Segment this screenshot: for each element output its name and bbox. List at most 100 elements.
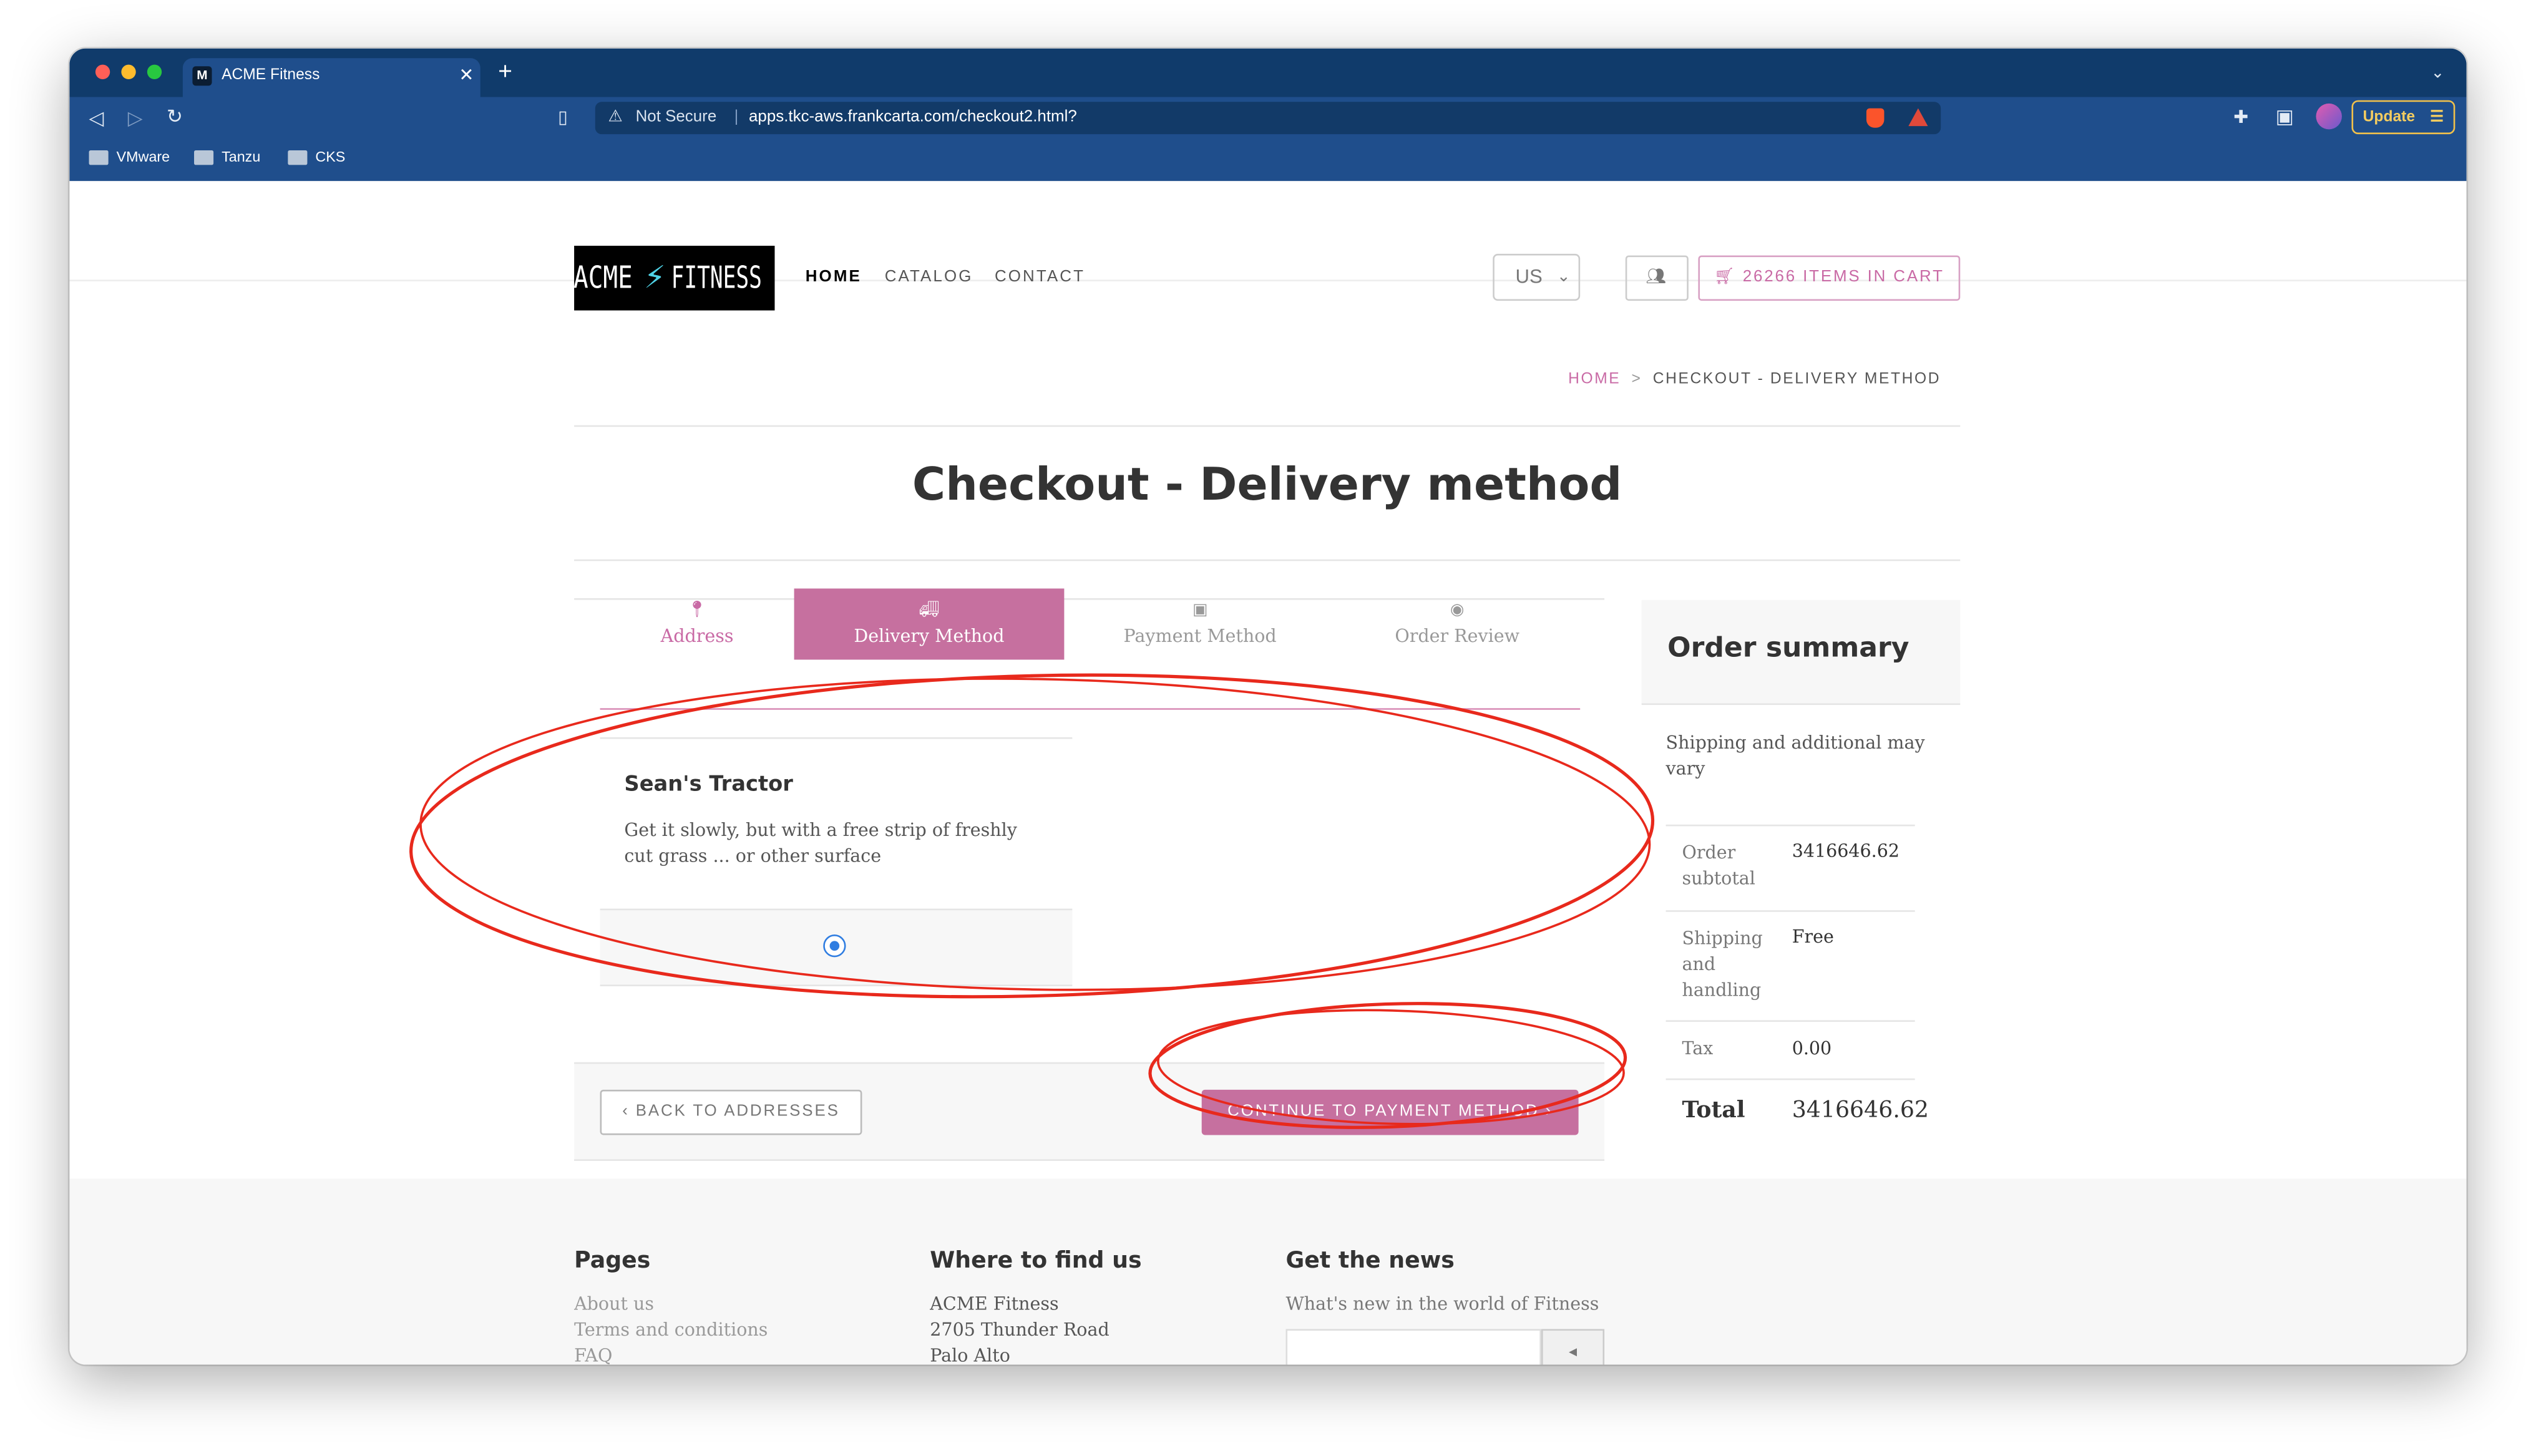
- money-icon: ▣: [1192, 601, 1208, 619]
- divider: [574, 559, 1961, 561]
- browser-chrome: M ACME Fitness ✕ + ⌄ ◁ ▷ ↻ ▯ ⚠ Not Secur…: [69, 48, 2467, 182]
- eye-icon: ◉: [1450, 601, 1465, 619]
- browser-tab[interactable]: M ACME Fitness ✕: [182, 58, 480, 97]
- back-to-addresses-button[interactable]: ‹ BACK TO ADDRESSES: [600, 1089, 862, 1135]
- delivery-option-radio[interactable]: [823, 934, 846, 958]
- delivery-option-description: Get it slowly, but with a free strip of …: [624, 820, 1017, 867]
- footer-link-terms[interactable]: Terms and conditions: [574, 1318, 768, 1343]
- radio-dot: [829, 940, 839, 950]
- footer-link-about[interactable]: About us: [574, 1292, 654, 1318]
- checkout-actions-bar: ‹ BACK TO ADDRESSES CONTINUE TO PAYMENT …: [574, 1062, 1605, 1161]
- tab-strip: M ACME Fitness ✕ + ⌄: [69, 48, 2467, 97]
- brave-rewards-icon[interactable]: [1908, 108, 1928, 127]
- footer-address-line: Palo Alto: [930, 1345, 1010, 1365]
- bookmark-cks[interactable]: CKS: [288, 148, 345, 165]
- folder-icon: [288, 149, 308, 165]
- summary-value: 3416646.62: [1792, 840, 1900, 862]
- logo-text-fitness: FITNESS: [671, 260, 763, 296]
- update-label: Update: [2363, 108, 2416, 127]
- close-tab-icon[interactable]: ✕: [459, 58, 474, 94]
- breadcrumb: HOME > CHECKOUT - DELIVERY METHOD: [1566, 371, 1941, 389]
- footer-pages-title: Pages: [574, 1248, 651, 1274]
- summary-total-value: 3416646.62: [1792, 1097, 1929, 1124]
- summary-row-total: Total 3416646.62: [1665, 1078, 1929, 1147]
- delivery-option-name: Sean's Tractor: [624, 772, 793, 797]
- url-text[interactable]: apps.tkc-aws.frankcarta.com/checkout2.ht…: [749, 102, 1077, 134]
- security-label: Not Secure: [635, 108, 717, 127]
- zoom-window-dot[interactable]: [147, 64, 162, 79]
- page-title: Checkout - Delivery method: [912, 457, 1622, 512]
- footer-news-title: Get the news: [1285, 1248, 1455, 1274]
- chevron-left-icon: ‹: [622, 1102, 630, 1121]
- folder-icon: [194, 149, 214, 165]
- breadcrumb-separator: >: [1631, 370, 1642, 389]
- extensions-icon[interactable]: ✚: [2233, 107, 2248, 129]
- order-summary-note: Shipping and additional may vary: [1665, 732, 1925, 780]
- order-summary-header: Order summary: [1641, 599, 1961, 706]
- summary-total-label: Total: [1682, 1097, 1745, 1124]
- bookmark-label: Tanzu: [222, 148, 261, 165]
- nav-home[interactable]: HOME: [806, 268, 862, 286]
- update-button[interactable]: Update ☰: [2351, 100, 2456, 135]
- breadcrumb-home[interactable]: HOME: [1568, 371, 1621, 389]
- bookmark-icon[interactable]: ▯: [558, 107, 568, 129]
- send-icon: ◂: [1569, 1343, 1578, 1362]
- forward-icon[interactable]: ▷: [128, 107, 143, 129]
- tab-address[interactable]: 📍︎ Address: [600, 588, 794, 659]
- step-label: Payment Method: [1123, 626, 1277, 647]
- site-footer: Pages About us Terms and conditions FAQ …: [69, 1178, 2467, 1365]
- footer-link-faq[interactable]: FAQ: [574, 1344, 612, 1364]
- bookmark-label: CKS: [315, 148, 346, 165]
- chevron-down-icon: ⌄: [1556, 268, 1571, 286]
- tab-delivery-method[interactable]: 🚚︎ Delivery Method: [794, 588, 1065, 660]
- map-marker-icon: 📍︎: [686, 601, 708, 619]
- delivery-option-footer: [600, 908, 1073, 986]
- acme-logo[interactable]: ACME ⚡ FITNESS: [574, 245, 775, 311]
- tab-payment-method: ▣ Payment Method: [1064, 588, 1335, 659]
- minimize-window-dot[interactable]: [121, 64, 136, 79]
- runner-icon: ⚡: [644, 257, 666, 298]
- country-select-value: US: [1515, 265, 1543, 288]
- users-icon: 👥︎: [1646, 268, 1669, 286]
- continue-to-payment-button[interactable]: CONTINUE TO PAYMENT METHOD ›: [1201, 1089, 1579, 1135]
- nav-contact[interactable]: CONTACT: [995, 268, 1085, 286]
- bookmarks-bar: VMware Tanzu CKS: [69, 145, 2466, 175]
- back-button-label: BACK TO ADDRESSES: [635, 1102, 840, 1121]
- newsletter-submit-button[interactable]: ◂: [1541, 1329, 1605, 1365]
- truck-icon: 🚚︎: [919, 601, 940, 619]
- bookmark-vmware[interactable]: VMware: [89, 148, 170, 165]
- back-icon[interactable]: ◁: [89, 107, 104, 129]
- step-label: Order Review: [1395, 626, 1520, 647]
- nav-catalog[interactable]: CATALOG: [885, 268, 973, 286]
- cart-button[interactable]: 🛒︎ 26266 ITEMS IN CART: [1698, 255, 1961, 301]
- tab-favicon: M: [192, 66, 212, 86]
- wallet-icon[interactable]: ▣: [2276, 105, 2294, 127]
- cart-label: 26266 ITEMS IN CART: [1742, 268, 1944, 286]
- reload-icon[interactable]: ↻: [167, 105, 183, 127]
- step-label: Address: [660, 626, 734, 647]
- summary-row-subtotal: Order subtotal 3416646.62: [1665, 824, 1915, 910]
- browser-window: M ACME Fitness ✕ + ⌄ ◁ ▷ ↻ ▯ ⚠ Not Secur…: [69, 48, 2467, 1365]
- profile-avatar[interactable]: [2316, 103, 2342, 130]
- footer-address-line: 2705 Thunder Road: [930, 1319, 1110, 1341]
- brave-shield-icon[interactable]: [1866, 108, 1885, 128]
- country-select[interactable]: US ⌄: [1493, 253, 1581, 301]
- warning-icon: ⚠: [608, 108, 623, 127]
- summary-row-shipping: Shipping and handling Free: [1665, 910, 1915, 1020]
- close-window-dot[interactable]: [95, 64, 110, 79]
- site-header: [69, 181, 2467, 281]
- tab-list-chevron-icon[interactable]: ⌄: [2431, 63, 2444, 85]
- web-page: ACME ⚡ FITNESS HOME CATALOG CONTACT US ⌄…: [69, 181, 2467, 1365]
- user-button[interactable]: 👥︎: [1625, 255, 1689, 301]
- folder-icon: [89, 149, 109, 165]
- new-tab-icon[interactable]: +: [498, 60, 512, 84]
- address-bar[interactable]: ⚠ Not Secure | apps.tkc-aws.frankcarta.c…: [595, 102, 1941, 135]
- option-top-border: [600, 737, 1073, 739]
- newsletter-email-input[interactable]: [1285, 1329, 1541, 1365]
- tab-order-review: ◉ Order Review: [1336, 588, 1579, 659]
- summary-label: Shipping and handling: [1682, 928, 1763, 1001]
- bookmark-tanzu[interactable]: Tanzu: [194, 148, 260, 165]
- url-divider: |: [734, 108, 739, 127]
- summary-row-tax: Tax 0.00: [1665, 1020, 1915, 1078]
- summary-label: Tax: [1682, 1037, 1714, 1059]
